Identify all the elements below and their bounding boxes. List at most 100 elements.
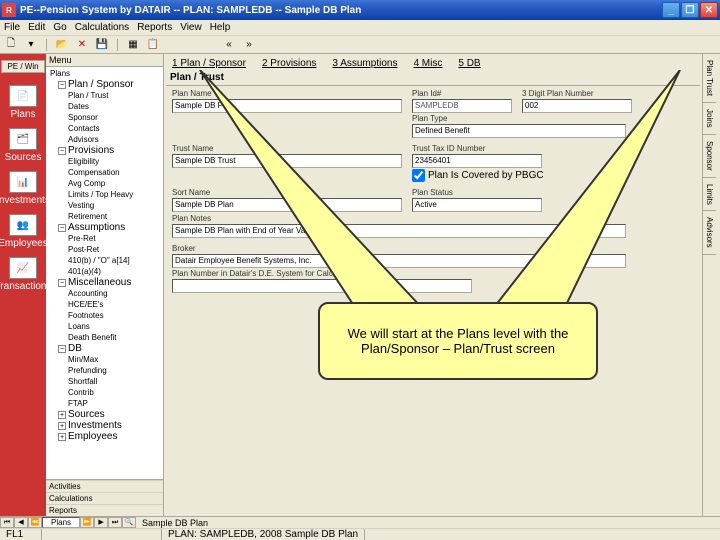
menu-go[interactable]: Go: [53, 22, 66, 33]
tree-node[interactable]: FTAP: [46, 398, 163, 409]
tree-node[interactable]: Advisors: [46, 134, 163, 145]
rtab-advisors[interactable]: Advisors: [703, 211, 716, 255]
input-sort-name[interactable]: Sample DB Plan: [172, 198, 402, 212]
rtab-sponsor[interactable]: Sponsor: [703, 135, 716, 178]
toolbar-report-icon[interactable]: 📋: [146, 38, 160, 52]
nav-ffwd-button[interactable]: ⏩: [80, 517, 94, 528]
nav-next-button[interactable]: ▶: [94, 517, 108, 528]
rtab-limits[interactable]: Limits: [703, 178, 716, 212]
nav-last-button[interactable]: ⏭: [108, 517, 122, 528]
menu-view[interactable]: View: [180, 22, 202, 33]
menu-reports[interactable]: Reports: [137, 22, 172, 33]
nav-rewind-button[interactable]: ⏪: [28, 517, 42, 528]
label-plan-notes: Plan Notes: [172, 214, 626, 223]
tree-node[interactable]: −Assumptions: [46, 222, 163, 233]
menu-calculations[interactable]: Calculations: [75, 22, 129, 33]
toolbar-doc-icon[interactable]: ▾: [24, 38, 38, 52]
tree-node[interactable]: −DB: [46, 343, 163, 354]
bottom-tab-reports[interactable]: Reports: [46, 504, 163, 516]
nav-prev-button[interactable]: ◀: [14, 517, 28, 528]
tree-node[interactable]: Plans: [46, 68, 163, 79]
input-plan-notes[interactable]: Sample DB Plan with End of Year Val...: [172, 224, 626, 238]
toolbar: 🗋 ▾ 📂 ✕ 💾 ▦ 📋 « »: [0, 36, 720, 54]
tree-node[interactable]: −Plan / Sponsor: [46, 79, 163, 90]
sidebar-item-employees[interactable]: 👥Employees: [5, 214, 41, 249]
input-plan-number[interactable]: 002: [522, 99, 632, 113]
input-datair-num[interactable]: [172, 279, 472, 293]
tab-provisions[interactable]: 2 Provisions: [262, 58, 316, 69]
tree-node[interactable]: Limits / Top Heavy: [46, 189, 163, 200]
tree-node[interactable]: Avg Comp: [46, 178, 163, 189]
tree-node[interactable]: Prefunding: [46, 365, 163, 376]
tree-node[interactable]: Accounting: [46, 288, 163, 299]
window-titlebar: R PE--Pension System by DATAIR -- PLAN: …: [0, 0, 720, 20]
tree-node[interactable]: Footnotes: [46, 310, 163, 321]
input-trust-name[interactable]: Sample DB Trust: [172, 154, 402, 168]
plans-icon: 📄: [9, 85, 37, 107]
tree-node[interactable]: Plan / Trust: [46, 90, 163, 101]
nav-find-button[interactable]: 🔍: [122, 517, 136, 528]
tree-node[interactable]: +Investments: [46, 420, 163, 431]
close-button[interactable]: ✕: [700, 2, 718, 18]
input-plan-name[interactable]: Sample DB Plan: [172, 99, 402, 113]
tree-node[interactable]: Retirement: [46, 211, 163, 222]
tree-node[interactable]: Compensation: [46, 167, 163, 178]
sidebar-item-sources[interactable]: 🗂Sources: [5, 128, 41, 163]
label-plan-status: Plan Status: [412, 188, 542, 197]
employees-icon: 👥: [9, 214, 37, 236]
tree-node[interactable]: Shortfall: [46, 376, 163, 387]
tree-node[interactable]: Death Benefit: [46, 332, 163, 343]
tree-node[interactable]: Min/Max: [46, 354, 163, 365]
tree-node[interactable]: Sponsor: [46, 112, 163, 123]
toolbar-new-icon[interactable]: 🗋: [4, 38, 18, 52]
tree-node[interactable]: Pre-Ret: [46, 233, 163, 244]
sidebar-item-plans[interactable]: 📄Plans: [5, 85, 41, 120]
bottom-tab-calculations[interactable]: Calculations: [46, 492, 163, 504]
tab-plan-sponsor[interactable]: 1 Plan / Sponsor: [172, 58, 246, 69]
tree-node[interactable]: Loans: [46, 321, 163, 332]
toolbar-delete-icon[interactable]: ✕: [75, 38, 89, 52]
select-plan-status[interactable]: Active: [412, 198, 542, 212]
transactions-icon: 📈: [9, 257, 37, 279]
toolbar-grid-icon[interactable]: ▦: [126, 38, 140, 52]
tree-node[interactable]: +Sources: [46, 409, 163, 420]
tree-node[interactable]: −Provisions: [46, 145, 163, 156]
toolbar-open-icon[interactable]: 📂: [55, 38, 69, 52]
restore-button[interactable]: ❐: [681, 2, 699, 18]
tree-node[interactable]: −Miscellaneous: [46, 277, 163, 288]
nav-tree[interactable]: Plans −Plan / Sponsor Plan / Trust Dates…: [46, 67, 163, 479]
bottom-tab-activities[interactable]: Activities: [46, 480, 163, 492]
sidebar-item-investments[interactable]: 📊Investments: [5, 171, 41, 206]
tree-node[interactable]: Post-Ret: [46, 244, 163, 255]
toolbar-save-icon[interactable]: 💾: [95, 38, 109, 52]
select-plan-type[interactable]: Defined Benefit: [412, 124, 626, 138]
input-plan-id[interactable]: SAMPLEDB: [412, 99, 512, 113]
menu-edit[interactable]: Edit: [28, 22, 45, 33]
tree-node[interactable]: Vesting: [46, 200, 163, 211]
checkbox-pbgc-input[interactable]: [412, 169, 425, 182]
menu-file[interactable]: File: [4, 22, 20, 33]
input-broker[interactable]: Datair Employee Benefit Systems, Inc.: [172, 254, 626, 268]
right-tabs: Plan Trust Joins Sponsor Limits Advisors: [702, 54, 720, 516]
tab-misc[interactable]: 4 Misc: [413, 58, 442, 69]
nav-next-button[interactable]: »: [242, 38, 256, 52]
nav-first-button[interactable]: ⏮: [0, 517, 14, 528]
sidebar-item-transactions[interactable]: 📈Transactions: [5, 257, 41, 292]
tree-node[interactable]: HCE/EE's: [46, 299, 163, 310]
tab-db[interactable]: 5 DB: [458, 58, 480, 69]
menu-help[interactable]: Help: [210, 22, 231, 33]
tree-node[interactable]: Eligibility: [46, 156, 163, 167]
rtab-plan-trust[interactable]: Plan Trust: [703, 54, 716, 103]
nav-prev-button[interactable]: «: [222, 38, 236, 52]
input-trust-tax[interactable]: 23456401: [412, 154, 542, 168]
tree-node[interactable]: Dates: [46, 101, 163, 112]
tree-node[interactable]: 401(a)(4): [46, 266, 163, 277]
tab-assumptions[interactable]: 3 Assumptions: [332, 58, 397, 69]
rtab-joins[interactable]: Joins: [703, 103, 716, 135]
tree-node[interactable]: Contacts: [46, 123, 163, 134]
tree-node[interactable]: 410(b) / "O" a[14]: [46, 255, 163, 266]
tree-node[interactable]: +Employees: [46, 431, 163, 442]
tree-node[interactable]: Contrib: [46, 387, 163, 398]
checkbox-pbgc[interactable]: Plan Is Covered by PBGC: [412, 169, 544, 182]
minimize-button[interactable]: _: [662, 2, 680, 18]
